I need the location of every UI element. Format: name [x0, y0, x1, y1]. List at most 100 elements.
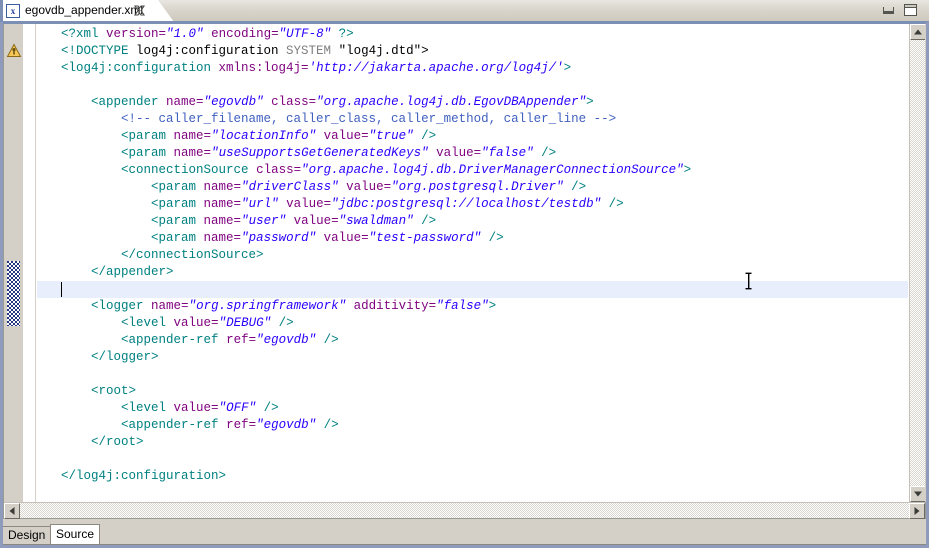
code-token: "true" [369, 129, 414, 143]
scroll-left-button[interactable] [4, 503, 20, 519]
code-line[interactable]: <param name="useSupportsGetGeneratedKeys… [37, 145, 908, 162]
code-token: /> [534, 146, 557, 160]
folding-ruler[interactable] [25, 24, 36, 518]
code-token [211, 61, 219, 75]
code-token: /> [481, 231, 504, 245]
code-token: > [564, 61, 572, 75]
editor-page-tabs: Design Source [0, 524, 929, 544]
horizontal-scrollbar[interactable] [4, 502, 925, 518]
annotation-ruler[interactable] [4, 24, 24, 518]
code-token: <logger [91, 299, 144, 313]
editor-tab-egovdb-appender-xml[interactable]: x egovdb_appender.xml [0, 0, 158, 22]
code-line[interactable]: </log4j:configuration> [37, 468, 908, 485]
maximize-icon[interactable] [904, 4, 917, 16]
code-token: version= [106, 27, 166, 41]
scroll-up-button[interactable] [910, 24, 926, 40]
code-token [196, 214, 204, 228]
code-token: /> [271, 316, 294, 330]
code-token: <param [151, 214, 196, 228]
code-line[interactable]: <level value="OFF" /> [37, 400, 908, 417]
code-token: </connectionSource> [121, 248, 264, 262]
code-token [339, 180, 347, 194]
code-line[interactable]: <!-- caller_filename, caller_class, call… [37, 111, 908, 128]
code-token: <level [121, 401, 166, 415]
code-token: SYSTEM [279, 44, 339, 58]
vertical-scrollbar[interactable] [909, 24, 925, 502]
code-line[interactable]: <appender-ref ref="egovdb" /> [37, 417, 908, 434]
code-token: <param [121, 146, 166, 160]
code-token [196, 231, 204, 245]
editor-tab-label: egovdb_appender.xml [25, 3, 143, 17]
warning-icon[interactable] [6, 43, 22, 59]
vertical-scroll-track[interactable] [910, 40, 925, 486]
code-line[interactable]: <param name="user" value="swaldman" /> [37, 213, 908, 230]
code-token: "jdbc:postgresql://localhost/testdb" [331, 197, 601, 211]
code-line[interactable] [37, 451, 908, 468]
tab-active-accent [0, 0, 3, 22]
code-token: "egovdb" [204, 95, 264, 109]
code-token: additivity= [354, 299, 437, 313]
code-token: "false" [436, 299, 489, 313]
code-token: <param [151, 197, 196, 211]
code-token [196, 180, 204, 194]
code-token [249, 163, 257, 177]
code-line[interactable]: <logger name="org.springframework" addit… [37, 298, 908, 315]
code-token [279, 197, 287, 211]
code-token: name= [204, 231, 242, 245]
code-line[interactable]: <param name="url" value="jdbc:postgresql… [37, 196, 908, 213]
code-token: "driverClass" [241, 180, 339, 194]
minimize-icon[interactable] [883, 7, 894, 14]
code-token [166, 401, 174, 415]
code-line[interactable]: <param name="driverClass" value="org.pos… [37, 179, 908, 196]
code-token: <level [121, 316, 166, 330]
code-token: name= [204, 180, 242, 194]
code-line[interactable]: <level value="DEBUG" /> [37, 315, 908, 332]
code-line[interactable]: <log4j:configuration xmlns:log4j='http:/… [37, 60, 908, 77]
code-token: <?xml [61, 27, 106, 41]
code-token [219, 333, 227, 347]
code-line[interactable]: <param name="password" value="test-passw… [37, 230, 908, 247]
source-editor[interactable]: <?xml version="1.0" encoding="UTF-8" ?><… [3, 23, 926, 519]
code-token: name= [151, 299, 189, 313]
code-token: > [684, 163, 692, 177]
code-line[interactable]: <connectionSource class="org.apache.log4… [37, 162, 908, 179]
source-code[interactable]: <?xml version="1.0" encoding="UTF-8" ?><… [37, 26, 908, 485]
code-line[interactable]: </appender> [37, 264, 908, 281]
code-line[interactable]: </root> [37, 434, 908, 451]
code-line[interactable]: <appender-ref ref="egovdb" /> [37, 332, 908, 349]
code-line[interactable]: </logger> [37, 349, 908, 366]
code-viewport[interactable]: <?xml version="1.0" encoding="UTF-8" ?><… [37, 24, 908, 502]
code-token: /> [564, 180, 587, 194]
horizontal-scroll-track[interactable] [20, 503, 909, 518]
tab-source[interactable]: Source [50, 524, 100, 544]
code-token: value= [174, 316, 219, 330]
code-line[interactable]: <?xml version="1.0" encoding="UTF-8" ?> [37, 26, 908, 43]
code-token: "swaldman" [339, 214, 414, 228]
code-line[interactable] [37, 366, 908, 383]
code-token: name= [174, 146, 212, 160]
code-line[interactable] [37, 77, 908, 94]
code-token [429, 146, 437, 160]
close-icon[interactable] [133, 4, 146, 17]
scroll-down-button[interactable] [910, 486, 926, 502]
code-token: <appender-ref [121, 333, 219, 347]
code-token: name= [174, 129, 212, 143]
code-token [264, 95, 272, 109]
code-line[interactable]: <!DOCTYPE log4j:configuration SYSTEM "lo… [37, 43, 908, 60]
code-token: "OFF" [219, 401, 257, 415]
code-token: ?> [331, 27, 354, 41]
code-line[interactable]: <root> [37, 383, 908, 400]
code-token [144, 299, 152, 313]
code-line[interactable]: <appender name="egovdb" class="org.apach… [37, 94, 908, 111]
window-controls [883, 3, 923, 17]
code-token: value= [346, 180, 391, 194]
code-token: <log4j:configuration [61, 61, 211, 75]
code-line[interactable]: </connectionSource> [37, 247, 908, 264]
scroll-right-button[interactable] [909, 503, 925, 519]
code-token: </root> [91, 435, 144, 449]
code-token: <!-- caller_filename, caller_class, call… [121, 112, 616, 126]
code-token: /> [316, 418, 339, 432]
code-line[interactable] [37, 281, 908, 298]
tab-design[interactable]: Design [2, 526, 51, 543]
code-line[interactable]: <param name="locationInfo" value="true" … [37, 128, 908, 145]
